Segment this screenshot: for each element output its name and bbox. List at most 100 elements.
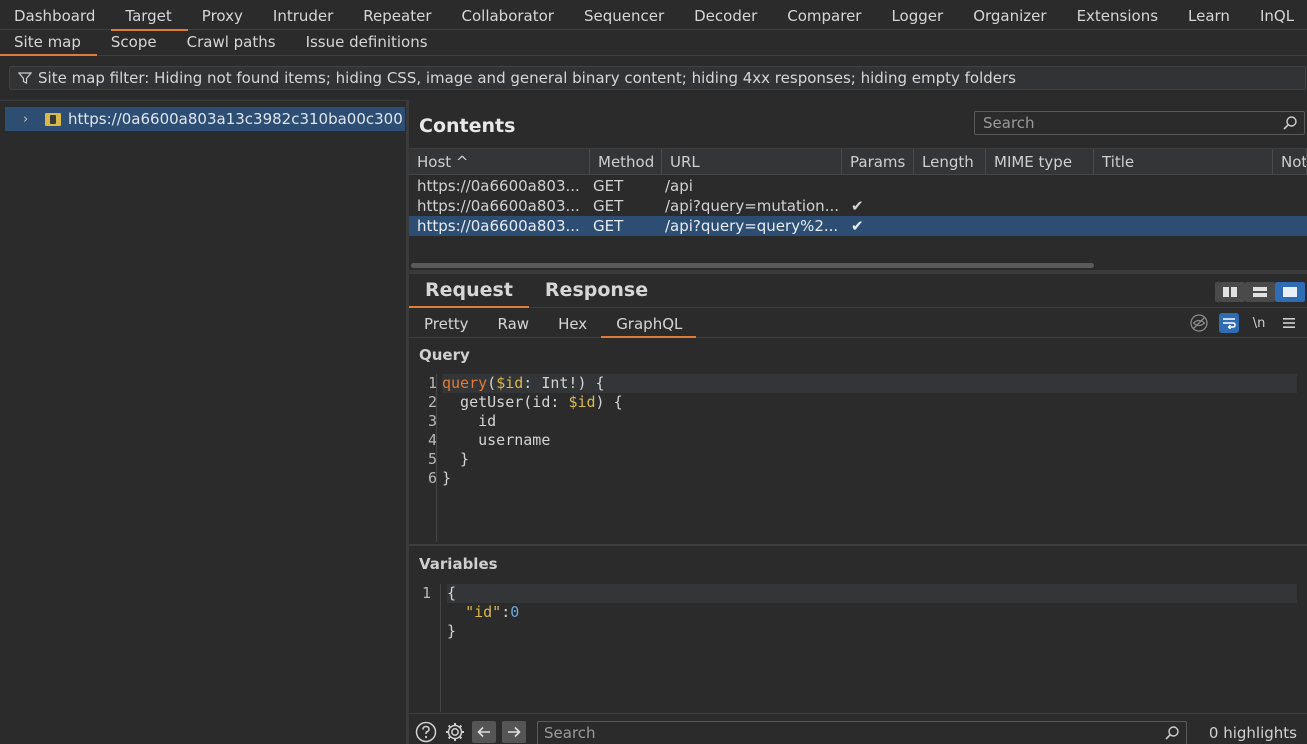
tab-decoder[interactable]: Decoder: [680, 4, 773, 30]
layout-tabs-button[interactable]: [1275, 282, 1305, 302]
help-button[interactable]: [415, 721, 437, 743]
tab-proxy[interactable]: Proxy: [188, 4, 259, 30]
message-view-tabs: Pretty Raw Hex GraphQL \n: [409, 308, 1307, 338]
arrow-right-icon: [508, 726, 521, 738]
tab-repeater[interactable]: Repeater: [349, 4, 447, 30]
line-number: 3: [427, 412, 437, 430]
code-line: "id":0: [465, 603, 520, 621]
tab-hex[interactable]: Hex: [543, 308, 601, 337]
tab-dashboard[interactable]: Dashboard: [0, 4, 111, 30]
col-url[interactable]: URL: [662, 149, 842, 175]
col-method[interactable]: Method: [590, 149, 662, 175]
tab-extensions[interactable]: Extensions: [1063, 4, 1174, 30]
editor-search-input[interactable]: Search: [537, 721, 1187, 744]
site-map-filter-bar[interactable]: Site map filter: Hiding not found items;…: [9, 66, 1306, 90]
cell-params: ✔: [851, 217, 864, 235]
eye-off-icon: [1190, 314, 1208, 332]
col-length[interactable]: Length: [914, 149, 986, 175]
settings-button[interactable]: [444, 721, 466, 743]
hide-nonprintable-button[interactable]: [1189, 313, 1209, 333]
single-pane-icon: [1283, 287, 1297, 297]
gear-icon: [446, 723, 464, 741]
table-row-selected[interactable]: https://0a6600a803... GET /api?query=que…: [409, 216, 1307, 236]
code-line: id: [442, 412, 497, 430]
filter-icon: [18, 72, 32, 84]
table-header: Host ^ Method URL Params Length MIME typ…: [409, 149, 1307, 175]
line-number: 2: [427, 393, 437, 411]
filter-text: Site map filter: Hiding not found items;…: [38, 69, 1016, 87]
col-note[interactable]: Note: [1273, 149, 1307, 175]
contents-search-placeholder: Search: [983, 114, 1035, 132]
tab-request[interactable]: Request: [409, 274, 529, 308]
code-line: query($id: Int!) {: [442, 374, 1297, 393]
next-match-button[interactable]: [502, 721, 526, 743]
tab-graphql[interactable]: GraphQL: [601, 308, 697, 338]
contents-search-input[interactable]: Search: [974, 111, 1305, 135]
tab-response[interactable]: Response: [529, 274, 664, 307]
menu-button[interactable]: [1279, 313, 1299, 333]
variables-label: Variables: [419, 555, 498, 573]
cell-method: GET: [593, 217, 624, 235]
tab-raw[interactable]: Raw: [483, 308, 544, 337]
line-number: 1: [427, 374, 437, 392]
line-number: 6: [427, 469, 437, 487]
rows-icon: [1253, 287, 1267, 297]
tab-learn[interactable]: Learn: [1174, 4, 1246, 30]
cell-url: /api: [665, 177, 693, 195]
layout-side-by-side-button[interactable]: [1215, 282, 1245, 302]
tab-site-map[interactable]: Site map: [0, 30, 97, 56]
table-horizontal-scrollbar[interactable]: [411, 263, 1094, 268]
layout-buttons: [1215, 282, 1305, 302]
layout-stacked-button[interactable]: [1245, 282, 1275, 302]
word-wrap-button[interactable]: [1219, 313, 1239, 333]
tab-scope[interactable]: Scope: [97, 30, 173, 55]
tab-intruder[interactable]: Intruder: [259, 4, 349, 30]
table-row[interactable]: https://0a6600a803... GET /api?query=mut…: [409, 196, 1307, 216]
query-code: query($id: Int!) { getUser(id: $id) { id…: [442, 374, 1297, 488]
cell-method: GET: [593, 197, 624, 215]
tab-issue-definitions[interactable]: Issue definitions: [292, 30, 444, 55]
cell-method: GET: [593, 177, 624, 195]
line-number: 4: [427, 431, 437, 449]
query-editor[interactable]: 1 2 3 4 5 6 query($id: Int!) { getUser(i…: [409, 374, 1307, 542]
tab-target[interactable]: Target: [111, 4, 189, 31]
tab-pretty[interactable]: Pretty: [409, 308, 483, 337]
cell-params: [842, 176, 914, 196]
code-line: {: [447, 584, 1297, 603]
line-numbers: 1 2 3 4 5 6: [409, 374, 437, 488]
tree-item-label: https://0a6600a803a13c3982c310ba00c300: [68, 110, 403, 128]
tab-logger[interactable]: Logger: [877, 4, 959, 30]
variables-code: { "id":0 }: [447, 584, 1297, 641]
tab-sequencer[interactable]: Sequencer: [570, 4, 680, 30]
show-newlines-button[interactable]: \n: [1249, 313, 1269, 333]
search-icon: [1165, 726, 1179, 740]
request-response-tabs: Request Response: [409, 274, 1307, 308]
highlights-count: 0 highlights: [1208, 724, 1297, 742]
col-host[interactable]: Host ^: [409, 149, 590, 175]
col-title[interactable]: Title: [1094, 149, 1273, 175]
chevron-right-icon[interactable]: ›: [23, 112, 37, 127]
tab-crawl-paths[interactable]: Crawl paths: [173, 30, 292, 55]
tab-inql[interactable]: InQL: [1246, 4, 1307, 30]
previous-match-button[interactable]: [472, 721, 496, 743]
col-params[interactable]: Params: [842, 149, 914, 175]
query-variables-splitter[interactable]: [409, 544, 1307, 546]
cell-host: https://0a6600a803...: [417, 197, 580, 215]
col-mime-type[interactable]: MIME type: [986, 149, 1094, 175]
query-label: Query: [419, 346, 470, 364]
folder-lock-icon: [45, 112, 61, 126]
tree-item-host[interactable]: › https://0a6600a803a13c3982c310ba00c300: [5, 107, 405, 131]
arrow-left-icon: [477, 726, 490, 738]
code-line: }: [442, 469, 452, 487]
wrap-icon: [1223, 318, 1236, 329]
cell-host: https://0a6600a803...: [417, 177, 580, 195]
code-line: getUser(id: $id) {: [442, 393, 623, 411]
tab-comparer[interactable]: Comparer: [773, 4, 877, 30]
table-row[interactable]: https://0a6600a803... GET /api: [409, 176, 1307, 196]
variables-editor[interactable]: 1 { "id":0 }: [409, 584, 1307, 712]
hamburger-icon: [1283, 318, 1295, 328]
tab-organizer[interactable]: Organizer: [959, 4, 1062, 30]
tab-collaborator[interactable]: Collaborator: [448, 4, 570, 30]
editor-options: \n: [1189, 313, 1299, 333]
code-line: }: [447, 622, 457, 640]
